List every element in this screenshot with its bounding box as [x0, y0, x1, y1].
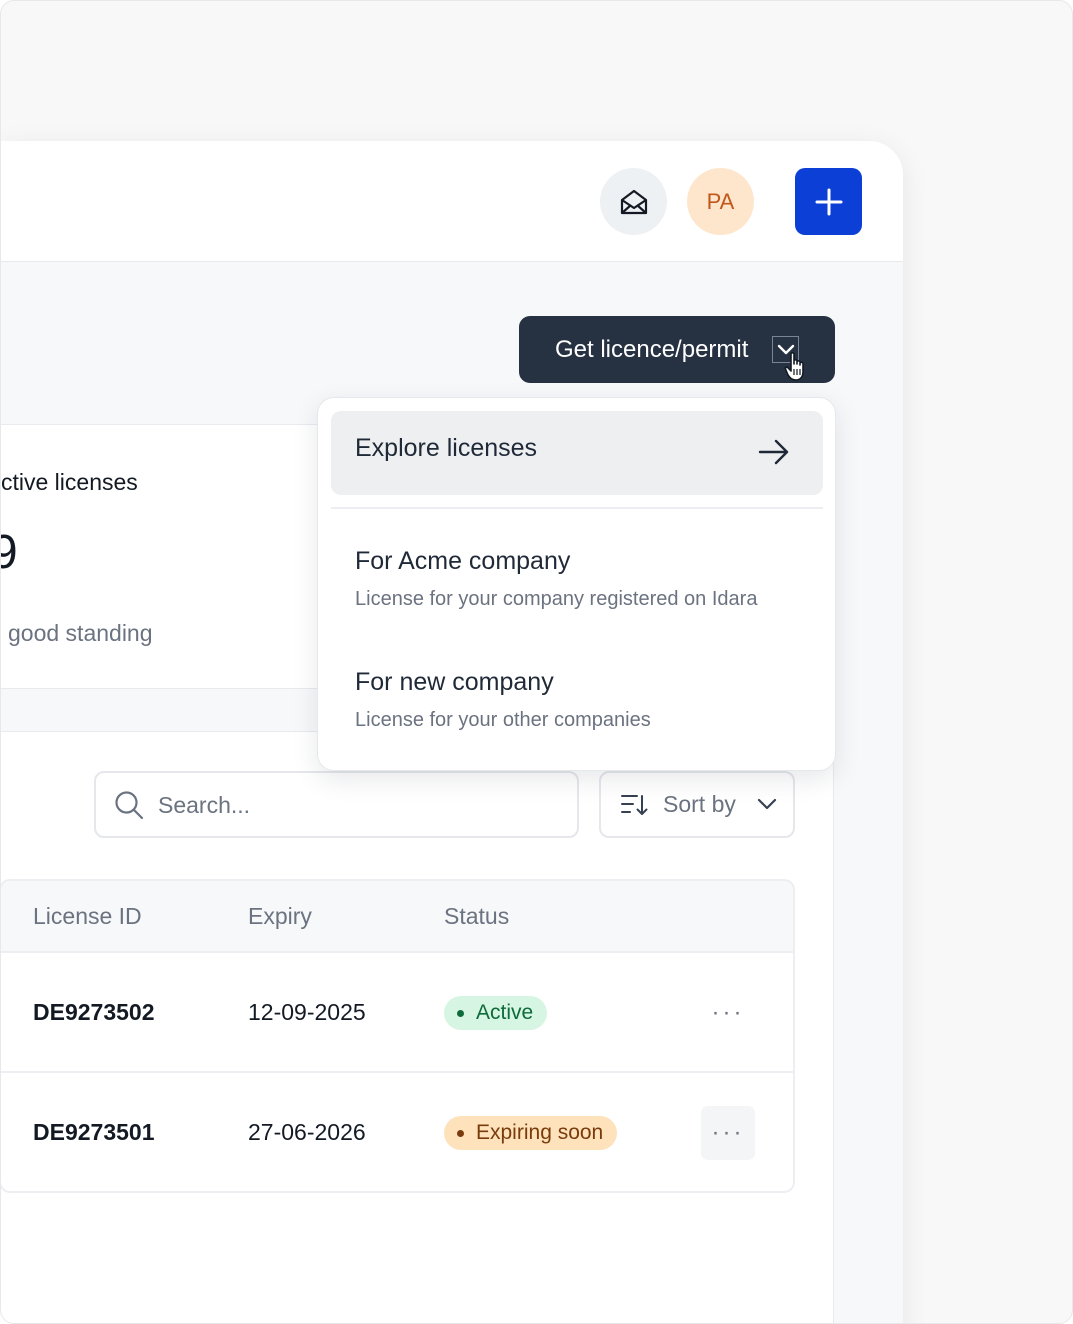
card-subtitle: good standing	[8, 620, 153, 646]
expiry-cell: 12-09-2025	[248, 999, 366, 1025]
search-box	[94, 771, 579, 838]
more-icon: ···	[711, 1119, 745, 1146]
top-bar: PA	[1, 141, 903, 262]
column-status: Status	[444, 903, 510, 929]
canvas: PA Get licence/permit ctive licenses 9	[0, 0, 1073, 1324]
menu-item-title: For new company	[355, 668, 554, 696]
status-dot	[457, 1010, 464, 1017]
envelope-open-icon	[620, 189, 647, 214]
sort-label: Sort by	[663, 791, 736, 817]
inbox-button[interactable]	[600, 168, 667, 235]
card-value: 9	[1, 525, 18, 580]
license-id-cell: DE9273501	[33, 1119, 155, 1145]
get-licence-button[interactable]: Get licence/permit	[519, 316, 835, 383]
plus-icon	[815, 188, 842, 215]
chevron-down-icon	[757, 798, 777, 810]
status-label: Expiring soon	[476, 1121, 604, 1144]
column-license-id: License ID	[33, 903, 142, 929]
status-dot	[457, 1130, 464, 1137]
card-title: ctive licenses	[1, 469, 138, 495]
status-label: Active	[476, 1001, 534, 1024]
menu-item-title: For Acme company	[355, 547, 571, 575]
status-badge: Expiring soon	[444, 1116, 618, 1150]
active-licenses-card: ctive licenses 9 good standing	[1, 424, 341, 689]
row-actions-button[interactable]: ···	[701, 986, 755, 1040]
search-input[interactable]	[158, 787, 558, 823]
sort-icon	[621, 795, 648, 815]
table-row[interactable]: DE9273502 12-09-2025 Active ···	[1, 953, 793, 1073]
search-icon	[115, 791, 144, 820]
menu-item-new-company[interactable]: For new company License for your other c…	[355, 668, 815, 732]
get-licence-label: Get licence/permit	[555, 335, 749, 363]
menu-item-subtitle: License for your other companies	[355, 709, 651, 731]
table-row[interactable]: DE9273501 27-06-2026 Expiring soon ···	[1, 1073, 793, 1191]
explore-licenses-item[interactable]: Explore licenses	[331, 411, 823, 495]
menu-divider	[331, 507, 823, 509]
status-badge: Active	[444, 996, 548, 1030]
arrow-right-icon	[758, 439, 789, 465]
explore-licenses-label: Explore licenses	[355, 434, 538, 462]
table-header: License ID Expiry Status	[1, 881, 793, 953]
menu-item-acme-company[interactable]: For Acme company License for your compan…	[355, 547, 815, 611]
sort-dropdown[interactable]: Sort by	[599, 771, 795, 838]
add-button[interactable]	[795, 168, 862, 235]
column-expiry: Expiry	[248, 903, 312, 929]
licenses-table: License ID Expiry Status DE9273502 12-09…	[1, 879, 795, 1193]
menu-item-subtitle: License for your company registered on I…	[355, 588, 758, 610]
hand-cursor-icon	[784, 352, 804, 381]
row-actions-button[interactable]: ···	[701, 1106, 755, 1160]
licenses-panel: Sort by License ID Expiry Status DE92735…	[1, 731, 834, 1323]
expiry-cell: 27-06-2026	[248, 1119, 366, 1145]
license-id-cell: DE9273502	[33, 999, 155, 1025]
avatar[interactable]: PA	[687, 168, 754, 235]
avatar-initials: PA	[706, 188, 735, 214]
more-icon: ···	[711, 999, 745, 1026]
get-licence-menu: Explore licenses For Acme company Licens…	[317, 397, 836, 771]
